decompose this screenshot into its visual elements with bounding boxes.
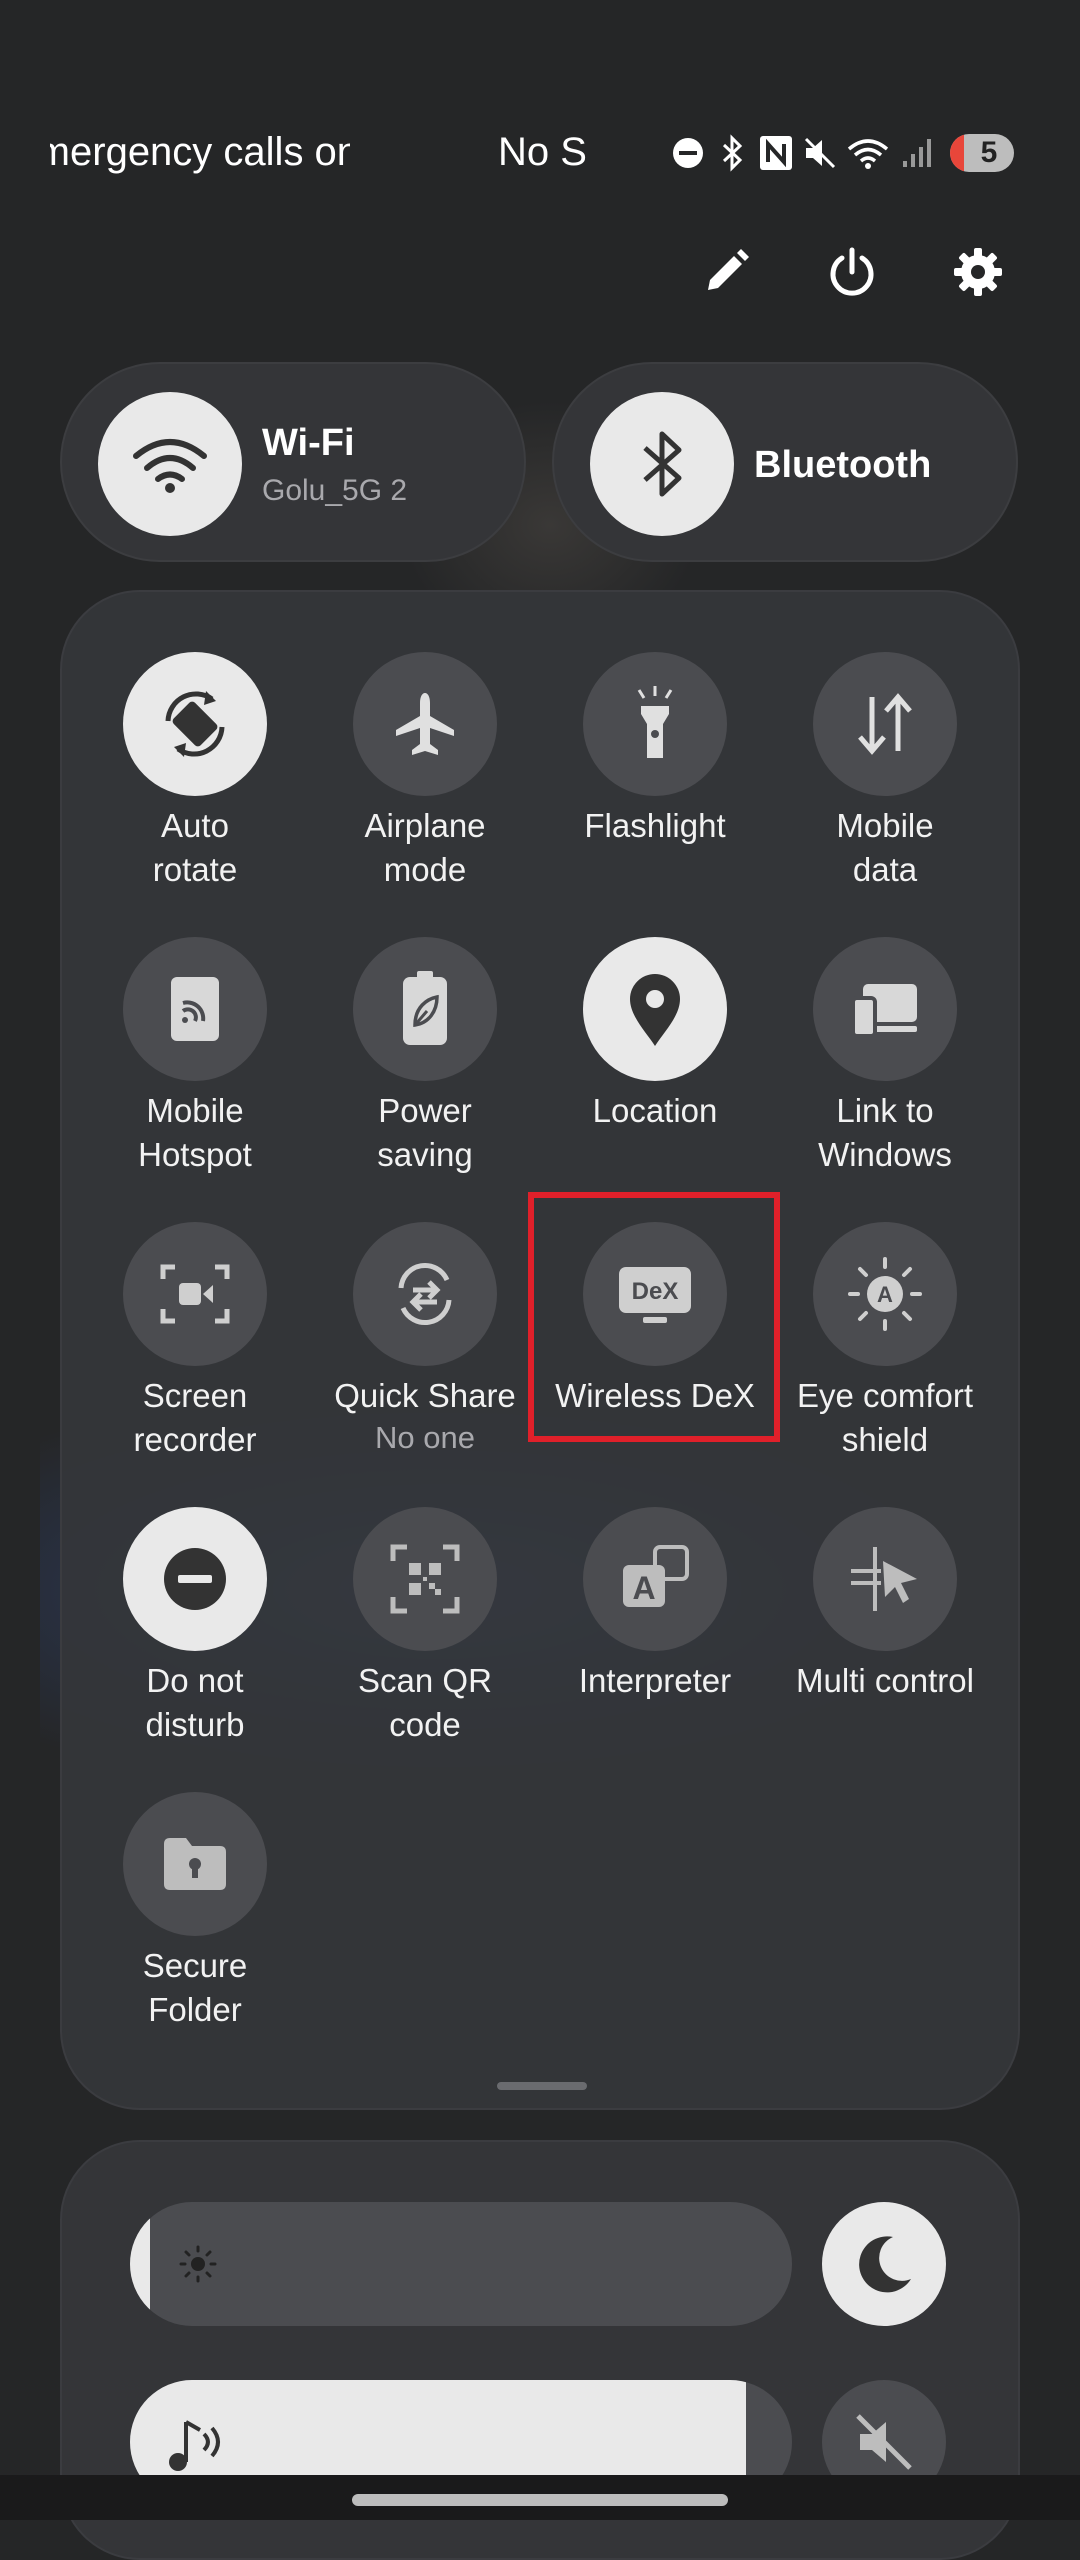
- music-note-icon: [160, 2410, 240, 2485]
- tile-label: Folder: [148, 1991, 242, 2028]
- flashlight-icon: [583, 652, 727, 796]
- status-icons: 5: [670, 128, 1014, 178]
- tile-sublabel: No one: [375, 1420, 475, 1455]
- qr-code-icon: [353, 1507, 497, 1651]
- tile-label: disturb: [145, 1706, 245, 1743]
- wifi-icon: [846, 133, 890, 173]
- tile-label: Hotspot: [138, 1136, 252, 1173]
- tile-label: data: [852, 851, 918, 888]
- location-icon: [583, 937, 727, 1081]
- tile-label: rotate: [152, 851, 238, 888]
- bluetooth-toggle[interactable]: Bluetooth: [552, 362, 1018, 562]
- interpreter-icon: A: [583, 1507, 727, 1651]
- signal-icon: [898, 133, 934, 173]
- do-not-disturb-icon: [670, 133, 706, 173]
- tile-label: Windows: [818, 1136, 952, 1173]
- brightness-icon: [178, 2244, 218, 2289]
- tile-label: mode: [383, 851, 467, 888]
- tile-label: Quick Share: [334, 1377, 516, 1414]
- home-gesture-pill[interactable]: [352, 2494, 728, 2506]
- moon-icon: [859, 2236, 911, 2293]
- tile-label: code: [389, 1706, 461, 1743]
- bluetooth-label: Bluetooth: [754, 444, 932, 486]
- mute-icon: [856, 2414, 912, 2470]
- tile-interpreter[interactable]: A Interpreter: [540, 1507, 770, 1703]
- tile-label: Multi control: [796, 1662, 974, 1699]
- brightness-slider[interactable]: [130, 2202, 792, 2326]
- battery-indicator: 5: [950, 134, 1014, 172]
- tile-eye-comfort-shield[interactable]: A Eye comfort shield: [770, 1222, 1000, 1462]
- tile-label: Flashlight: [584, 807, 726, 844]
- tile-label: Interpreter: [578, 1662, 732, 1699]
- power-saving-icon: [353, 937, 497, 1081]
- carrier-text: Emergency calls only: [50, 130, 350, 174]
- tile-auto-rotate[interactable]: Auto rotate: [80, 652, 310, 892]
- tile-mobile-data[interactable]: Mobile data: [770, 652, 1000, 892]
- wifi-network-name: Golu_5G 2: [262, 474, 408, 507]
- highlight-box: [528, 1192, 780, 1442]
- tile-screen-recorder[interactable]: Screen recorder: [80, 1222, 310, 1462]
- tile-scan-qr-code[interactable]: Scan QR code: [310, 1507, 540, 1747]
- quick-share-icon: [353, 1222, 497, 1366]
- top-actions: [694, 240, 1010, 304]
- link-to-windows-icon: [813, 937, 957, 1081]
- airplane-icon: [353, 652, 497, 796]
- tile-location[interactable]: Location: [540, 937, 770, 1133]
- tile-label: Power: [378, 1092, 472, 1129]
- tile-label: Screen: [142, 1377, 248, 1414]
- tile-label: Airplane: [364, 807, 486, 844]
- edit-icon[interactable]: [694, 240, 758, 304]
- sim-status-text: No SIM: [498, 130, 586, 174]
- bluetooth-icon: [590, 392, 734, 536]
- tile-power-saving[interactable]: Power saving: [310, 937, 540, 1177]
- tile-label: Scan QR: [358, 1662, 492, 1699]
- brightness-fill: [130, 2202, 150, 2326]
- tile-label: Mobile: [146, 1092, 244, 1129]
- tile-flashlight[interactable]: Flashlight: [540, 652, 770, 848]
- tile-link-to-windows[interactable]: Link to Windows: [770, 937, 1000, 1177]
- svg-text:A: A: [877, 1282, 893, 1307]
- tile-secure-folder[interactable]: Secure Folder: [80, 1792, 310, 2032]
- tile-label: recorder: [133, 1421, 257, 1458]
- hotspot-icon: [123, 937, 267, 1081]
- eye-comfort-icon: A: [813, 1222, 957, 1366]
- multi-control-icon: [813, 1507, 957, 1651]
- do-not-disturb-icon: [123, 1507, 267, 1651]
- tile-multi-control[interactable]: Multi control: [770, 1507, 1000, 1703]
- secure-folder-icon: [123, 1792, 267, 1936]
- svg-text:A: A: [632, 1570, 655, 1606]
- tile-label: shield: [841, 1421, 929, 1458]
- auto-rotate-icon: [123, 652, 267, 796]
- tile-label: Link to: [836, 1092, 934, 1129]
- tile-label: Location: [592, 1092, 718, 1129]
- panel-drag-handle[interactable]: [497, 2082, 587, 2090]
- tile-do-not-disturb[interactable]: Do not disturb: [80, 1507, 310, 1747]
- tile-label: Auto: [161, 807, 229, 844]
- bluetooth-icon: [714, 133, 750, 173]
- wifi-label: Wi-Fi: [262, 422, 355, 464]
- tile-label: Mobile: [836, 807, 934, 844]
- power-icon[interactable]: [820, 240, 884, 304]
- wifi-icon: [98, 392, 242, 536]
- tile-label: saving: [377, 1136, 473, 1173]
- tile-label: Do not: [146, 1662, 244, 1699]
- tile-mobile-hotspot[interactable]: Mobile Hotspot: [80, 937, 310, 1177]
- tile-label: Secure: [142, 1947, 248, 1984]
- nfc-icon: [758, 133, 794, 173]
- settings-icon[interactable]: [946, 240, 1010, 304]
- tile-label: Eye comfort: [796, 1377, 974, 1414]
- mute-icon: [802, 133, 838, 173]
- mobile-data-icon: [813, 652, 957, 796]
- screen-recorder-icon: [123, 1222, 267, 1366]
- status-bar: Emergency calls only No SIM 5: [0, 120, 1080, 190]
- tile-quick-share[interactable]: Quick Share No one: [310, 1222, 540, 1456]
- night-mode-button[interactable]: [822, 2202, 946, 2326]
- tile-airplane-mode[interactable]: Airplane mode: [310, 652, 540, 892]
- wifi-toggle[interactable]: Wi-Fi Golu_5G 2: [60, 362, 526, 562]
